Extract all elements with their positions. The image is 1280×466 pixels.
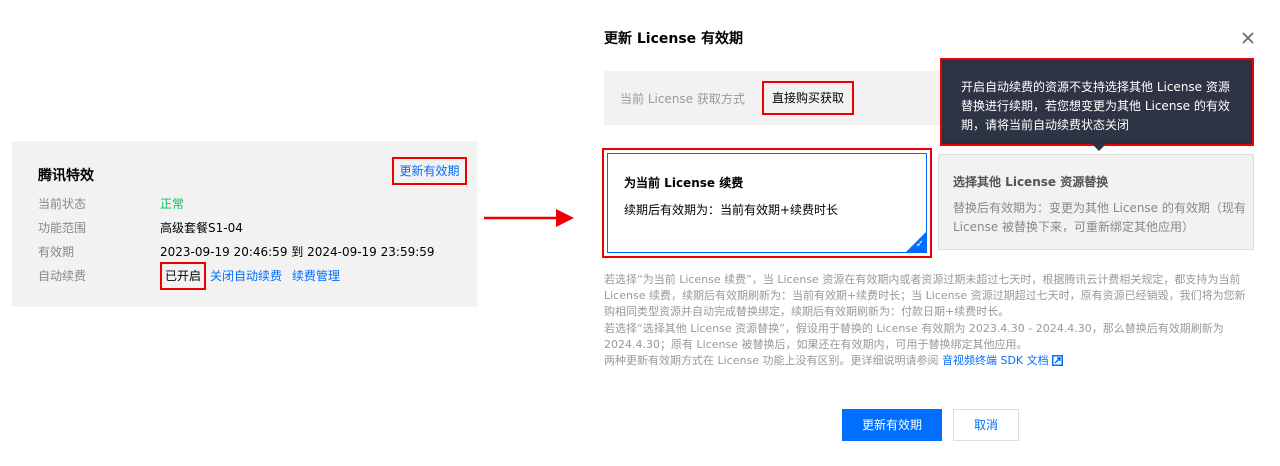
row-key: 有效期 [38, 245, 75, 259]
row-auto-renew: 自动续费 已开启 关闭自动续费 续费管理 [38, 262, 340, 290]
tooltip: 开启自动续费的资源不支持选择其他 License 资源替换进行续期，若您想变更为… [940, 58, 1254, 146]
row-key: 当前状态 [38, 197, 87, 211]
external-link-icon [1051, 355, 1063, 367]
validity-value: 2023-09-19 20:46:59 到 2024-09-19 23:59:5… [160, 245, 435, 259]
dialog-title: 更新 License 有效期 [604, 31, 744, 47]
row-scope: 功能范围 高级套餐S1-04 [38, 220, 243, 236]
row-validity: 有效期 2023-09-19 20:46:59 到 2024-09-19 23:5… [38, 244, 435, 260]
check-icon: ✓ [915, 239, 924, 250]
disable-auto-renew-link[interactable]: 关闭自动续费 [210, 269, 282, 283]
close-icon[interactable] [1240, 30, 1256, 46]
option-desc: 替换后有效期为：变更为其他 License 的有效期（现有 License 被替… [953, 201, 1246, 234]
right-arrow-icon [484, 209, 574, 227]
card-title: 腾讯特效 [38, 168, 94, 184]
notes: 若选择“为当前 License 续费”，当 License 资源在有效期内或者资… [604, 272, 1254, 369]
status-value: 正常 [160, 197, 185, 211]
row-key: 功能范围 [38, 221, 87, 235]
option-desc: 续期后有效期为：当前有效期+续费时长 [624, 203, 839, 217]
highlight-frame: 为当前 License 续费 续期后有效期为：当前有效期+续费时长 ✓ [602, 148, 932, 258]
option-renew-current[interactable]: 为当前 License 续费 续期后有效期为：当前有效期+续费时长 ✓ [607, 153, 927, 253]
tooltip-text: 开启自动续费的资源不支持选择其他 License 资源替换进行续期，若您想变更为… [945, 63, 1249, 141]
update-validity-button[interactable]: 更新有效期 [392, 157, 467, 185]
confirm-update-button[interactable]: 更新有效期 [842, 409, 942, 441]
option-title: 为当前 License 续费 [624, 176, 744, 190]
acquisition-label: 当前 License 获取方式 [620, 92, 745, 106]
note-text: 两种更新有效期方式在 License 功能上没有区别。更详细说明请参阅 [604, 354, 939, 368]
cancel-button[interactable]: 取消 [953, 409, 1019, 441]
option-replace-license[interactable]: 选择其他 License 资源替换 替换后有效期为：变更为其他 License … [938, 154, 1254, 250]
acquisition-value: 直接购买获取 [762, 81, 855, 115]
option-title: 选择其他 License 资源替换 [953, 175, 1109, 189]
sdk-doc-link[interactable]: 音视频终端 SDK 文档 [938, 354, 1063, 368]
scope-value: 高级套餐S1-04 [160, 221, 243, 235]
note-line: 若选择“为当前 License 续费”，当 License 资源在有效期内或者资… [604, 273, 1246, 319]
row-key: 自动续费 [38, 269, 87, 283]
sdk-doc-link-text: 音视频终端 SDK 文档 [941, 354, 1049, 368]
tooltip-tail [1092, 144, 1106, 151]
effects-card: 腾讯特效 更新有效期 当前状态 正常 功能范围 高级套餐S1-04 有效期 2023-… [12, 141, 477, 307]
auto-renew-status: 已开启 [160, 262, 207, 290]
row-status: 当前状态 正常 [38, 196, 184, 212]
note-line: 两种更新有效期方式在 License 功能上没有区别。更详细说明请参阅 音视频终… [604, 353, 1254, 369]
note-line: 若选择“选择其他 License 资源替换”，假设用于替换的 License 有… [604, 321, 1224, 351]
renewal-management-link[interactable]: 续费管理 [292, 269, 340, 283]
